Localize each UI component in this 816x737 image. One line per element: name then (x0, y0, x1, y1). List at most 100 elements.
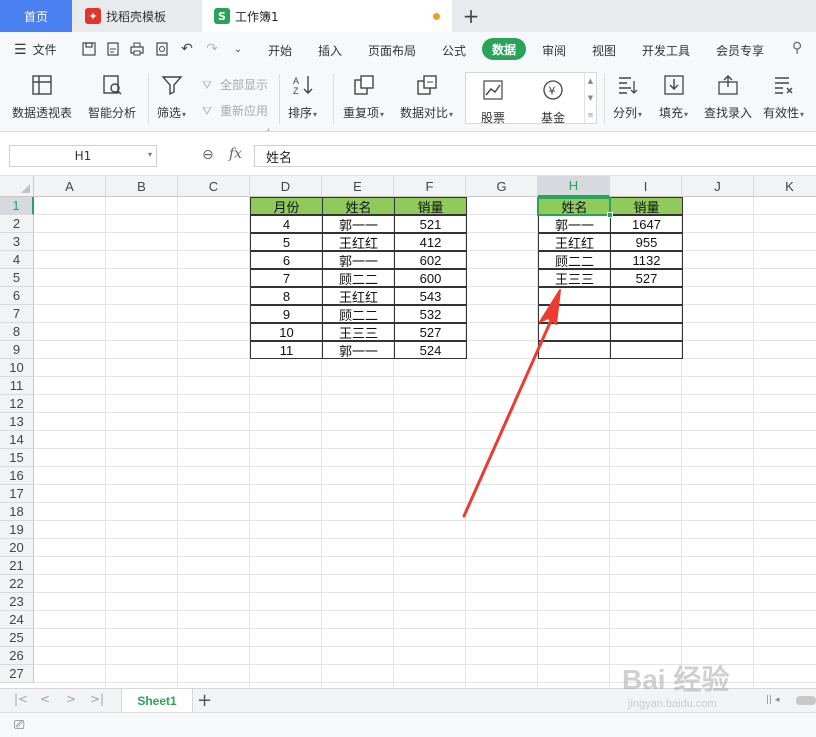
first-sheet-icon[interactable]: |< (14, 692, 28, 706)
stock-button[interactable]: 股票 (480, 77, 506, 126)
quick-access-more-icon[interactable]: ⌄ (229, 40, 247, 58)
row-header-18[interactable]: 18 (0, 503, 34, 521)
fill-button[interactable]: 填充▾ (659, 72, 688, 121)
menu-developer[interactable]: 开发工具 (642, 42, 690, 59)
filter-button[interactable]: 筛选▾ (157, 72, 186, 121)
left-table-cell[interactable]: 524 (394, 341, 467, 359)
row-header-16[interactable]: 16 (0, 467, 34, 485)
data-compare-button[interactable]: 数据对比▾ (400, 72, 453, 121)
column-header-c[interactable]: C (178, 176, 250, 197)
menu-view[interactable]: 视图 (592, 42, 616, 59)
row-header-6[interactable]: 6 (0, 287, 34, 305)
row-header-19[interactable]: 19 (0, 521, 34, 539)
column-header-g[interactable]: G (466, 176, 538, 197)
last-sheet-icon[interactable]: >| (90, 692, 104, 706)
column-header-e[interactable]: E (322, 176, 394, 197)
left-table-cell[interactable]: 郭一一 (322, 215, 395, 233)
column-header-k[interactable]: K (754, 176, 816, 197)
spreadsheet-grid[interactable]: A B C D E F G H I J K 1 2 3 4 5 6 7 8 9 10 11 12 13 14 15 16 17 18 19… (0, 176, 816, 688)
left-table-cell[interactable]: 412 (394, 233, 467, 251)
row-header-27[interactable]: 27 (0, 665, 34, 683)
show-all-button[interactable]: ⛛ 全部显示 (202, 76, 268, 93)
left-table-cell[interactable]: 10 (250, 323, 323, 341)
tab-home[interactable]: 首页 (0, 0, 72, 32)
prev-sheet-icon[interactable]: < (40, 692, 50, 706)
right-table-cell[interactable] (610, 287, 683, 305)
right-table-cell[interactable] (538, 341, 611, 359)
right-table-cell[interactable] (538, 323, 611, 341)
left-table-cell[interactable]: 521 (394, 215, 467, 233)
search-icon[interactable]: ⚲ (792, 40, 802, 56)
left-table-cell[interactable]: 7 (250, 269, 323, 287)
row-header-9[interactable]: 9 (0, 341, 34, 359)
reapply-button[interactable]: ⛛ 重新应用 (202, 102, 268, 119)
data-gallery[interactable]: 股票 ¥ 基金 ▲ ▼ ≡ (465, 72, 597, 126)
right-table-cell[interactable] (610, 341, 683, 359)
next-sheet-icon[interactable]: > (66, 692, 76, 706)
right-table-cell[interactable]: 1647 (610, 215, 683, 233)
row-header-12[interactable]: 12 (0, 395, 34, 413)
left-table-header-cell[interactable]: 姓名 (322, 197, 395, 215)
row-header-4[interactable]: 4 (0, 251, 34, 269)
row-header-13[interactable]: 13 (0, 413, 34, 431)
column-header-i[interactable]: I (610, 176, 682, 197)
row-header-10[interactable]: 10 (0, 359, 34, 377)
column-header-h[interactable]: H (538, 176, 610, 197)
left-table-cell[interactable]: 郭一一 (322, 251, 395, 269)
fund-button[interactable]: ¥ 基金 (540, 77, 566, 126)
sort-button[interactable]: AZ 排序▾ (288, 72, 317, 121)
formula-input[interactable]: 姓名 (254, 145, 816, 167)
dialog-launcher-icon[interactable]: ⌟ (266, 123, 270, 132)
left-table-cell[interactable]: 5 (250, 233, 323, 251)
right-table-cell[interactable] (538, 305, 611, 323)
smart-analysis-button[interactable]: 智能分析 (88, 72, 136, 121)
print-icon[interactable] (128, 40, 146, 58)
left-table-cell[interactable]: 王红红 (322, 287, 395, 305)
row-header-26[interactable]: 26 (0, 647, 34, 665)
row-header-22[interactable]: 22 (0, 575, 34, 593)
print-preview-icon[interactable] (153, 40, 171, 58)
right-table-cell[interactable] (538, 287, 611, 305)
right-table-cell[interactable] (610, 305, 683, 323)
redo-icon[interactable]: ↷ (203, 40, 221, 58)
column-header-d[interactable]: D (250, 176, 322, 197)
gallery-expand-icon[interactable]: ≡ (588, 111, 594, 119)
duplicates-button[interactable]: 重复项▾ (343, 72, 384, 121)
column-header-a[interactable]: A (34, 176, 106, 197)
left-table-cell[interactable]: 顾二二 (322, 269, 395, 287)
left-table-cell[interactable]: 532 (394, 305, 467, 323)
fill-handle[interactable] (607, 212, 613, 218)
menu-page-layout[interactable]: 页面布局 (368, 42, 416, 59)
row-header-5[interactable]: 5 (0, 269, 34, 287)
add-sheet-button[interactable]: + (197, 690, 212, 711)
new-tab-button[interactable]: + (458, 3, 484, 29)
export-pdf-icon[interactable] (104, 40, 122, 58)
right-table-header-cell[interactable]: 销量 (610, 197, 683, 215)
right-table-cell[interactable]: 955 (610, 233, 683, 251)
left-table-header-cell[interactable]: 月份 (250, 197, 323, 215)
row-header-7[interactable]: 7 (0, 305, 34, 323)
left-table-cell[interactable]: 602 (394, 251, 467, 269)
chevron-down-icon[interactable]: ▾ (148, 150, 152, 159)
row-header-21[interactable]: 21 (0, 557, 34, 575)
column-header-b[interactable]: B (106, 176, 178, 197)
chevron-down-icon[interactable]: ▼ (588, 94, 593, 102)
left-table-cell[interactable]: 600 (394, 269, 467, 287)
menu-data[interactable]: 数据 (482, 38, 526, 60)
save-icon[interactable] (80, 40, 98, 58)
right-table-cell[interactable]: 王三三 (538, 269, 611, 287)
right-table-cell[interactable]: 郭一一 (538, 215, 611, 233)
split-columns-button[interactable]: 分列▾ (613, 72, 642, 121)
menu-review[interactable]: 审阅 (542, 42, 566, 59)
tab-templates[interactable]: ✦ 找稻壳模板 (73, 0, 200, 32)
left-table-header-cell[interactable]: 销量 (394, 197, 467, 215)
select-all-corner[interactable] (0, 176, 34, 197)
file-menu-button[interactable]: ☰ 文件 (14, 41, 57, 58)
left-table-cell[interactable]: 郭一一 (322, 341, 395, 359)
row-header-11[interactable]: 11 (0, 377, 34, 395)
row-header-17[interactable]: 17 (0, 485, 34, 503)
name-box[interactable]: H1 ▾ (9, 145, 157, 167)
row-header-3[interactable]: 3 (0, 233, 34, 251)
left-table-cell[interactable]: 11 (250, 341, 323, 359)
macro-record-icon[interactable]: ⎚ (14, 718, 24, 733)
